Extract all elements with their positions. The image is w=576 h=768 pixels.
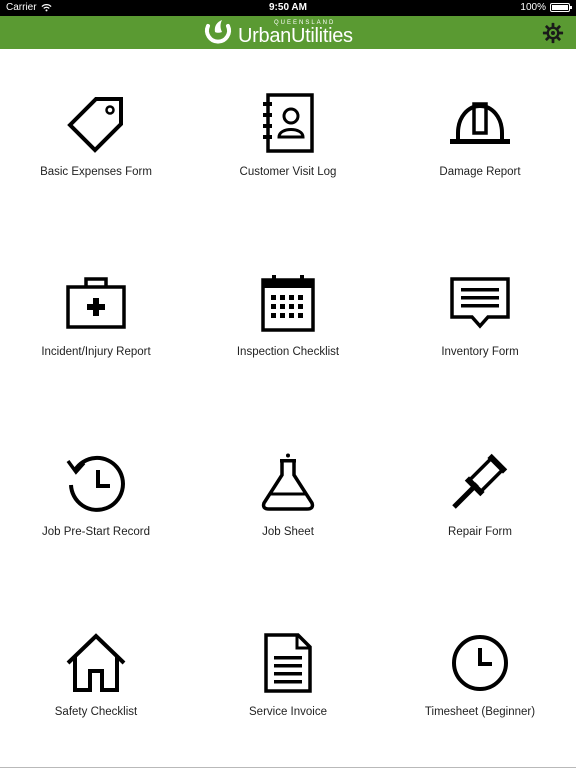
status-time: 9:50 AM	[269, 2, 307, 13]
clock-icon	[452, 635, 508, 691]
flask-icon	[261, 453, 315, 511]
document-icon	[264, 633, 312, 693]
gavel-icon	[452, 453, 508, 509]
form-timesheet-beginner[interactable]: Timesheet (Beginner)	[384, 589, 576, 768]
forms-grid: Basic Expenses Form Customer Visit Log D…	[0, 49, 576, 768]
hard-hat-icon	[450, 102, 510, 144]
form-repair[interactable]: Repair Form	[384, 409, 576, 589]
form-customer-visit-log[interactable]: Customer Visit Log	[192, 49, 384, 229]
form-label: Customer Visit Log	[239, 166, 337, 178]
form-label: Job Pre-Start Record	[41, 526, 150, 538]
logo-wordmark: UrbanUtilities	[238, 26, 353, 46]
form-service-invoice[interactable]: Service Invoice	[192, 589, 384, 768]
form-label: Timesheet (Beginner)	[424, 706, 536, 718]
house-icon	[66, 633, 126, 692]
form-label: Incident/Injury Report	[41, 346, 151, 358]
gear-icon[interactable]	[542, 22, 564, 44]
form-label: Basic Expenses Form	[40, 166, 152, 178]
first-aid-kit-icon	[66, 277, 126, 329]
form-job-pre-start-record[interactable]: Job Pre-Start Record	[0, 409, 192, 589]
logo-word-urban: Urban	[238, 24, 291, 47]
form-label: Inventory Form	[441, 346, 519, 358]
header-bar: QUEENSLAND UrbanUtilities	[0, 16, 576, 49]
logo-word-utilities: Utilities	[290, 24, 353, 47]
address-book-icon	[263, 93, 314, 153]
form-label: Safety Checklist	[54, 706, 138, 718]
form-label: Inspection Checklist	[236, 346, 340, 358]
battery-icon	[550, 3, 572, 12]
form-job-sheet[interactable]: Job Sheet	[192, 409, 384, 589]
status-bar: Carrier 9:50 AM 100%	[0, 0, 576, 16]
battery-percent: 100%	[520, 2, 546, 13]
battery-indicator: 100%	[520, 2, 572, 13]
calendar-icon	[261, 275, 315, 332]
form-label: Service Invoice	[249, 706, 327, 718]
form-basic-expenses[interactable]: Basic Expenses Form	[0, 49, 192, 229]
form-label: Damage Report	[439, 166, 521, 178]
history-icon	[66, 455, 125, 512]
form-label: Repair Form	[448, 526, 512, 538]
logo-mark-icon	[205, 19, 231, 44]
form-inventory[interactable]: Inventory Form	[384, 229, 576, 409]
tag-icon	[67, 97, 123, 153]
form-damage-report[interactable]: Damage Report	[384, 49, 576, 229]
app-logo: QUEENSLAND UrbanUtilities	[202, 16, 353, 49]
form-inspection-checklist[interactable]: Inspection Checklist	[192, 229, 384, 409]
form-label: Job Sheet	[262, 526, 314, 538]
form-safety-checklist[interactable]: Safety Checklist	[0, 589, 192, 768]
message-icon	[450, 277, 510, 329]
form-incident-injury-report[interactable]: Incident/Injury Report	[0, 229, 192, 409]
